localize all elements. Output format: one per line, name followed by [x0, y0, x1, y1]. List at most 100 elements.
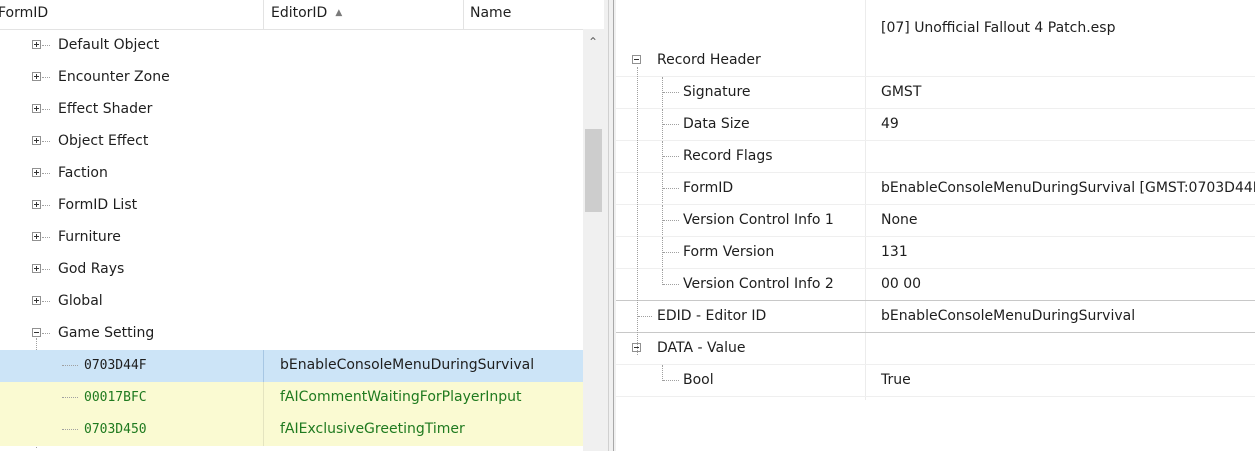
- tree-group-label: Faction: [58, 165, 108, 181]
- plugin-name: [07] Unofficial Fallout 4 Patch.esp: [881, 20, 1116, 36]
- column-divider[interactable]: [463, 0, 464, 29]
- tree-group-label: Default Object: [58, 37, 160, 53]
- record-formid: 0703D450: [84, 422, 147, 437]
- record-field-row[interactable]: Record Flags: [616, 141, 1255, 173]
- tree-group-row[interactable]: Encounter Zone: [0, 62, 583, 94]
- tree-connector: [663, 380, 679, 381]
- tree-connector: [42, 205, 50, 206]
- expand-icon[interactable]: [32, 72, 41, 81]
- tree-group-label: Object Effect: [58, 133, 149, 149]
- record-field-value: bEnableConsoleMenuDuringSurvival [GMST:0…: [881, 180, 1255, 196]
- tree-connector: [663, 92, 679, 93]
- column-formid-header[interactable]: FormID: [0, 0, 48, 29]
- record-group-label: DATA - Value: [657, 340, 746, 356]
- record-editorid: fAICommentWaitingForPlayerInput: [280, 389, 522, 405]
- expand-icon[interactable]: [32, 296, 41, 305]
- scrollbar-thumb[interactable]: [585, 129, 602, 212]
- record-field-value: 131: [881, 244, 908, 260]
- record-editorid: fAIExclusiveGreetingTimer: [280, 421, 465, 437]
- record-field-row[interactable]: FormID bEnableConsoleMenuDuringSurvival […: [616, 173, 1255, 205]
- record-field-label: Signature: [683, 84, 751, 100]
- tree-group-row[interactable]: Furniture: [0, 222, 583, 254]
- tree-connector: [638, 316, 652, 317]
- tree-group-label: Global: [58, 293, 103, 309]
- column-name-header[interactable]: Name: [470, 0, 511, 29]
- record-editorid: bEnableConsoleMenuDuringSurvival: [280, 357, 535, 373]
- editor-id-label: EDID - Editor ID: [657, 308, 767, 324]
- cell-divider: [263, 350, 264, 382]
- expander-plus-stroke: [36, 202, 37, 207]
- tree-connector: [42, 237, 50, 238]
- scroll-up-icon[interactable]: ⌃: [588, 35, 598, 49]
- tree-group-row[interactable]: God Rays: [0, 254, 583, 286]
- record-field-label: Bool: [683, 372, 714, 388]
- expand-icon[interactable]: [32, 168, 41, 177]
- tree-connector: [42, 141, 50, 142]
- tree-connector: [662, 109, 663, 141]
- record-field-row[interactable]: Form Version 131: [616, 237, 1255, 269]
- expand-icon[interactable]: [32, 40, 41, 49]
- vertical-scrollbar[interactable]: ⌃: [583, 29, 604, 451]
- tree-group-row[interactable]: Faction: [0, 158, 583, 190]
- tree-connector: [42, 333, 50, 334]
- tree-connector: [663, 284, 679, 285]
- record-field-value: GMST: [881, 84, 922, 100]
- pane-splitter[interactable]: [604, 0, 616, 451]
- tree-connector: [662, 205, 663, 237]
- plugin-column-header[interactable]: [07] Unofficial Fallout 4 Patch.esp: [616, 13, 1255, 45]
- record-field-label: Form Version: [683, 244, 775, 260]
- record-field-row[interactable]: Version Control Info 1 None: [616, 205, 1255, 237]
- tree-connector: [663, 124, 679, 125]
- tree-connector: [42, 109, 50, 110]
- tree-group-row[interactable]: Global: [0, 286, 583, 318]
- column-divider[interactable]: [263, 0, 264, 29]
- editor-id-row[interactable]: EDID - Editor ID bEnableConsoleMenuDuring…: [616, 301, 1255, 333]
- column-editorid-header[interactable]: EditorID ▲: [271, 0, 342, 29]
- record-row[interactable]: 0703D450 fAIExclusiveGreetingTimer: [0, 414, 583, 446]
- tree-group-row[interactable]: FormID List: [0, 190, 583, 222]
- tree-header: FormID EditorID ▲ Name: [0, 0, 583, 30]
- tree-group-label: Furniture: [58, 229, 121, 245]
- record-row[interactable]: 0703D44F bEnableConsoleMenuDuringSurvival: [0, 350, 583, 382]
- expander-plus-stroke: [36, 170, 37, 175]
- sort-ascending-icon: ▲: [335, 8, 343, 18]
- expander-plus-stroke: [36, 138, 37, 143]
- editor-id-value: bEnableConsoleMenuDuringSurvival: [881, 308, 1136, 324]
- tree-group-row[interactable]: Object Effect: [0, 126, 583, 158]
- record-field-row[interactable]: Data Size 49: [616, 109, 1255, 141]
- tree-connector: [662, 365, 663, 381]
- expand-icon[interactable]: [32, 232, 41, 241]
- record-field-row[interactable]: Version Control Info 2 00 00: [616, 269, 1255, 301]
- record-group-row[interactable]: DATA - Value: [616, 333, 1255, 365]
- tree-group-row[interactable]: Effect Shader: [0, 94, 583, 126]
- record-formid: 0703D44F: [84, 358, 147, 373]
- expand-icon[interactable]: [32, 200, 41, 209]
- tree-group-row[interactable]: Default Object: [0, 30, 583, 62]
- record-field-row[interactable]: Bool True: [616, 365, 1255, 397]
- record-field-row[interactable]: Signature GMST: [616, 77, 1255, 109]
- record-field-label: FormID: [683, 180, 734, 196]
- record-formid: 00017BFC: [84, 390, 147, 405]
- record-field-label: Version Control Info 1: [683, 212, 834, 228]
- tree-group-label: FormID List: [58, 197, 138, 213]
- expander-minus-stroke: [34, 332, 39, 333]
- tree-connector: [662, 269, 663, 285]
- record-field-value: 49: [881, 116, 899, 132]
- record-group-row[interactable]: Record Header: [616, 45, 1255, 77]
- record-field-label: Record Flags: [683, 148, 773, 164]
- expander-plus-stroke: [36, 42, 37, 47]
- expand-icon[interactable]: [32, 136, 41, 145]
- expand-icon[interactable]: [32, 264, 41, 273]
- tree-connector: [662, 173, 663, 205]
- tree-connector: [42, 301, 50, 302]
- collapse-icon[interactable]: [632, 55, 641, 64]
- record-row[interactable]: 00017BFC fAICommentWaitingForPlayerInput: [0, 382, 583, 414]
- expander-plus-stroke: [36, 74, 37, 79]
- expand-icon[interactable]: [32, 104, 41, 113]
- tree-group-row[interactable]: Game Setting: [0, 318, 583, 350]
- row-divider: [616, 396, 1255, 397]
- tree-connector: [42, 173, 50, 174]
- tree-group-label: Game Setting: [58, 325, 155, 341]
- tree-connector: [662, 141, 663, 173]
- collapse-icon[interactable]: [32, 328, 41, 337]
